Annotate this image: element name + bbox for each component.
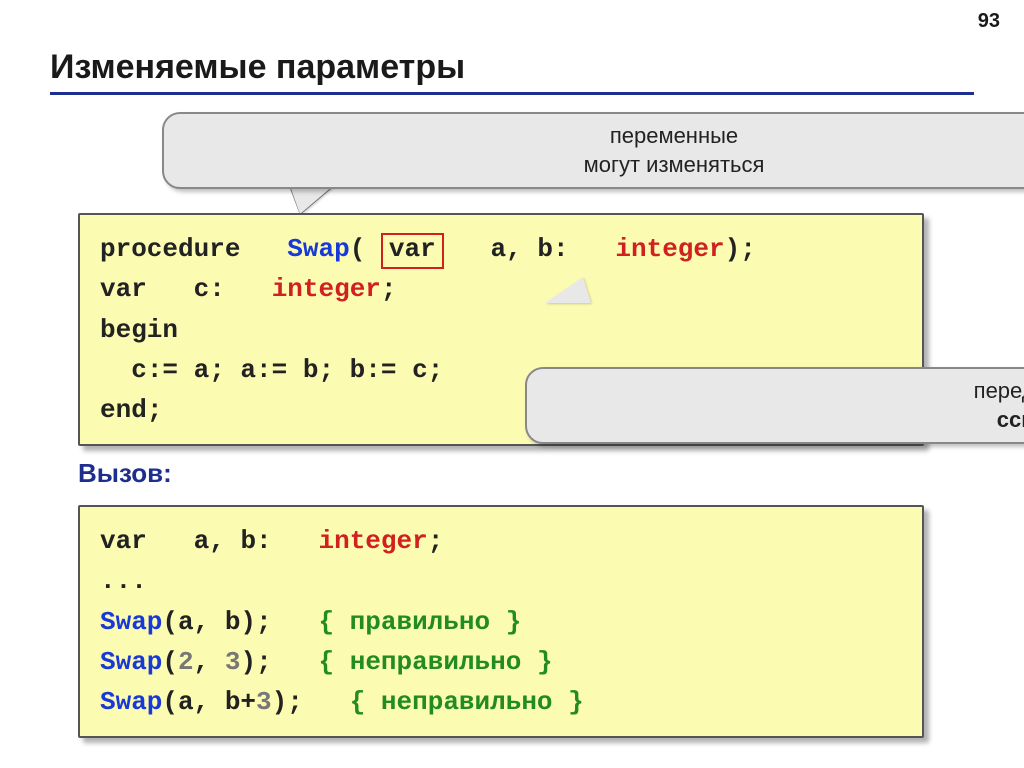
kw-var: var [389, 234, 436, 264]
params: a, b: [491, 234, 569, 264]
callout-tail [545, 277, 591, 303]
section-label-call: Вызов: [78, 458, 172, 489]
code-line: ... [100, 561, 902, 601]
kw-var: var [100, 274, 147, 304]
code-line: Swap(2, 3); { неправильно } [100, 642, 902, 682]
callout-text-bold: ссылке [997, 407, 1024, 432]
dots: ... [100, 566, 147, 596]
callout-by-reference: передача по ссылке [525, 367, 1024, 444]
type-integer: integer [272, 274, 381, 304]
type-integer: integer [615, 234, 724, 264]
page-title: Изменяемые параметры [50, 48, 465, 87]
code-line: var a, b: integer; [100, 521, 902, 561]
kw-procedure: procedure [100, 234, 240, 264]
num-literal: 3 [225, 647, 241, 677]
decl: c: [194, 274, 225, 304]
code-line: begin [100, 310, 902, 350]
code-line: var c: integer; [100, 269, 902, 309]
comment: { неправильно } [319, 647, 553, 677]
proc-name: Swap [287, 234, 349, 264]
body: c:= a; a:= b; b:= c; [131, 355, 443, 385]
call-swap: Swap [100, 607, 162, 637]
callout-text: переменные [610, 123, 738, 148]
comment: { правильно } [318, 607, 521, 637]
code-line: Swap(a, b); { правильно } [100, 602, 902, 642]
num-literal: 2 [178, 647, 194, 677]
comment: { неправильно } [350, 687, 584, 717]
call-swap: Swap [100, 687, 162, 717]
var-highlight-box: var [381, 233, 444, 269]
semi: ; [147, 395, 163, 425]
page-number: 93 [978, 10, 1000, 33]
kw-end: end [100, 395, 147, 425]
code-block-call: var a, b: integer; ... Swap(a, b); { пра… [78, 505, 924, 738]
semi: ; [381, 274, 397, 304]
callout-text: могут изменяться [584, 152, 765, 177]
call-swap: Swap [100, 647, 162, 677]
paren: ); [240, 647, 271, 677]
num-literal: 3 [256, 687, 272, 717]
paren: ); [272, 687, 303, 717]
code-line: procedure Swap( var a, b: integer); [100, 229, 902, 269]
kw-var: var [100, 526, 147, 556]
title-underline [50, 92, 974, 95]
paren: ( [162, 647, 178, 677]
callout-variables: переменные могут изменяться [162, 112, 1024, 189]
comma: , [194, 647, 225, 677]
callout-text: передача по [974, 378, 1024, 403]
kw-begin: begin [100, 315, 178, 345]
type-integer: integer [318, 526, 427, 556]
args: (a, b+ [162, 687, 256, 717]
paren: ( [350, 234, 366, 264]
decl: a, b: [194, 526, 272, 556]
code-line: Swap(a, b+3); { неправильно } [100, 682, 902, 722]
args: (a, b); [162, 607, 271, 637]
paren: ); [725, 234, 756, 264]
semi: ; [428, 526, 444, 556]
